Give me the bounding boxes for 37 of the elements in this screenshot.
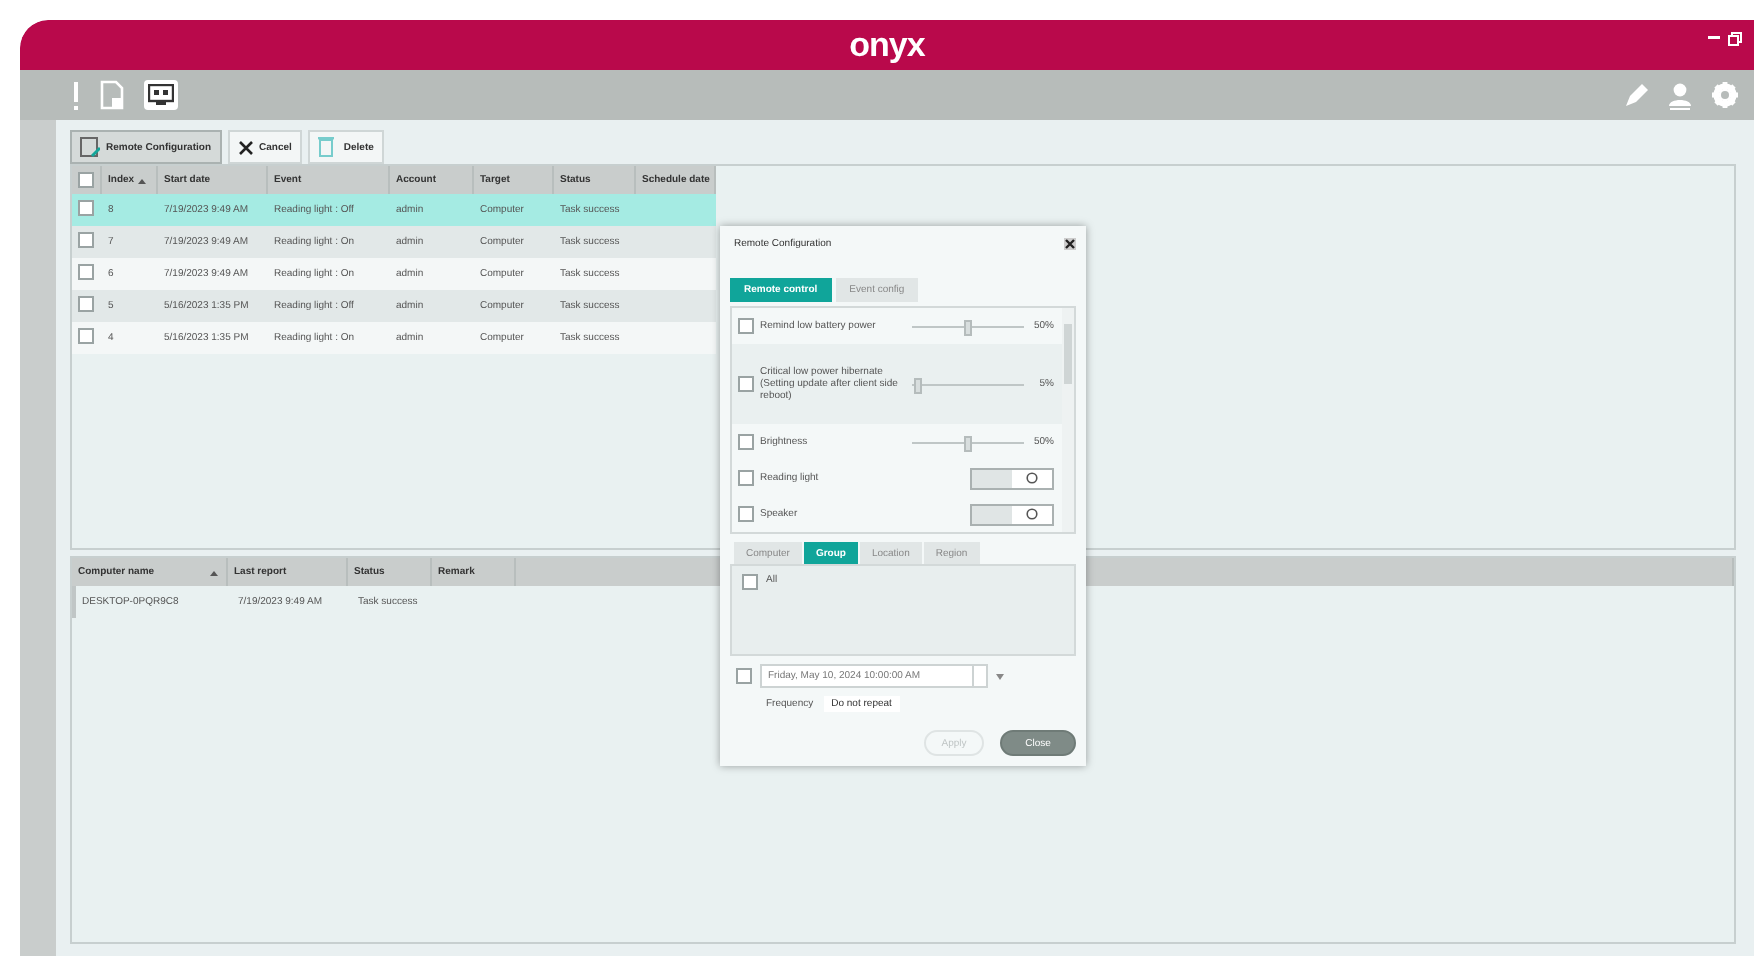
checkbox[interactable] — [738, 470, 754, 486]
dropdown-caret-icon — [996, 673, 1004, 679]
close-icon — [237, 139, 253, 155]
checkbox[interactable] — [742, 574, 758, 590]
document-icon[interactable] — [100, 80, 124, 110]
logo: onyx — [849, 28, 925, 62]
checkbox[interactable] — [78, 232, 94, 248]
toggle-switch[interactable] — [970, 503, 1054, 525]
alert-icon[interactable] — [72, 81, 80, 109]
monitor-icon[interactable] — [144, 80, 178, 110]
trash-icon — [317, 136, 338, 158]
minimize-icon[interactable] — [1708, 32, 1720, 44]
checkbox[interactable] — [78, 328, 94, 344]
remote-config-icon — [80, 136, 100, 158]
restore-icon[interactable] — [1728, 32, 1742, 46]
select-all-checkbox[interactable] — [78, 172, 94, 188]
checkbox[interactable] — [738, 434, 754, 450]
toggle-switch[interactable] — [970, 467, 1054, 489]
slider-thumb[interactable] — [964, 435, 972, 451]
checkbox[interactable] — [738, 506, 754, 522]
checkbox[interactable] — [738, 376, 754, 392]
sort-caret-icon — [138, 177, 147, 183]
checkbox[interactable] — [78, 296, 94, 312]
slider-thumb[interactable] — [913, 377, 922, 393]
user-icon[interactable] — [1668, 81, 1692, 109]
close-icon[interactable] — [1064, 238, 1076, 250]
sort-caret-icon — [210, 569, 218, 575]
circle-icon — [1026, 472, 1038, 484]
scrollbar[interactable] — [1062, 308, 1074, 532]
pen-icon[interactable] — [1624, 83, 1648, 107]
slider-thumb[interactable] — [964, 319, 972, 335]
circle-icon — [1026, 508, 1038, 520]
checkbox[interactable] — [78, 200, 94, 216]
checkbox[interactable] — [738, 318, 754, 334]
checkbox[interactable] — [78, 264, 94, 280]
checkbox[interactable] — [736, 668, 752, 684]
settings-icon[interactable] — [1712, 82, 1738, 108]
